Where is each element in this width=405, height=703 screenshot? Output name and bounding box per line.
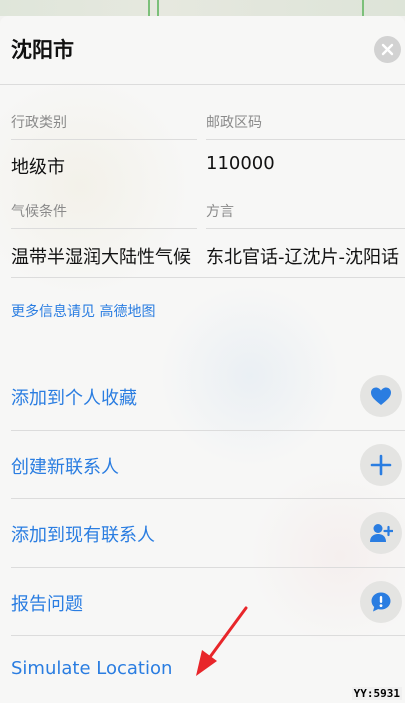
- add-to-existing-contact-button[interactable]: [360, 512, 402, 554]
- create-contact-button[interactable]: [360, 444, 402, 486]
- card-header: 沈阳市: [0, 16, 405, 84]
- page-title: 沈阳市: [11, 38, 74, 62]
- add-to-existing-contact-label: 添加到现有联系人: [11, 525, 155, 546]
- simulate-location-label: Simulate Location: [11, 658, 173, 679]
- climate-value: 温带半湿润大陆性气候: [11, 247, 191, 268]
- close-icon: [381, 43, 394, 56]
- more-info-text: 更多信息请见 高德地图: [11, 301, 155, 321]
- climate-label: 气候条件: [11, 204, 67, 220]
- map-road: [157, 0, 159, 16]
- postal-code-label: 邮政区码: [206, 115, 262, 131]
- simulate-location-row[interactable]: Simulate Location: [0, 636, 405, 703]
- more-info-prefix: 更多信息请见: [11, 304, 95, 320]
- add-to-favorites-button[interactable]: [360, 375, 402, 417]
- place-card: 沈阳市 行政类别 邮政区码 地级市 110000 气候条件 方言 温带半湿润大陆…: [0, 16, 405, 703]
- add-to-favorites-row[interactable]: 添加到个人收藏: [0, 362, 405, 430]
- postal-code-value: 110000: [206, 153, 275, 174]
- create-contact-label: 创建新联系人: [11, 457, 119, 478]
- watermark: YY:5931: [351, 687, 402, 700]
- admin-type-label: 行政类别: [11, 115, 67, 131]
- info-divider: [11, 139, 197, 140]
- admin-type-value: 地级市: [11, 157, 65, 178]
- add-person-icon: [370, 524, 393, 542]
- header-divider: [0, 84, 405, 85]
- heart-icon: [371, 387, 391, 405]
- add-to-existing-contact-row[interactable]: 添加到现有联系人: [0, 499, 405, 567]
- info-divider: [206, 139, 405, 140]
- info-divider: [206, 228, 405, 229]
- amap-link[interactable]: 高德地图: [99, 304, 155, 320]
- info-divider: [11, 228, 197, 229]
- report-issue-button[interactable]: [360, 581, 402, 623]
- report-issue-label: 报告问题: [11, 594, 83, 615]
- add-to-favorites-label: 添加到个人收藏: [11, 388, 137, 409]
- dialect-value: 东北官话-辽沈片-沈阳话: [206, 247, 399, 268]
- map-road: [148, 0, 150, 16]
- dialect-label: 方言: [206, 204, 234, 220]
- exclamation-bubble-icon: [371, 592, 391, 612]
- info-divider: [11, 277, 405, 278]
- create-contact-row[interactable]: 创建新联系人: [0, 431, 405, 499]
- map-road: [362, 0, 364, 16]
- plus-icon: [370, 454, 392, 476]
- close-button[interactable]: [374, 36, 401, 63]
- report-issue-row[interactable]: 报告问题: [0, 568, 405, 636]
- map-background[interactable]: [0, 0, 405, 16]
